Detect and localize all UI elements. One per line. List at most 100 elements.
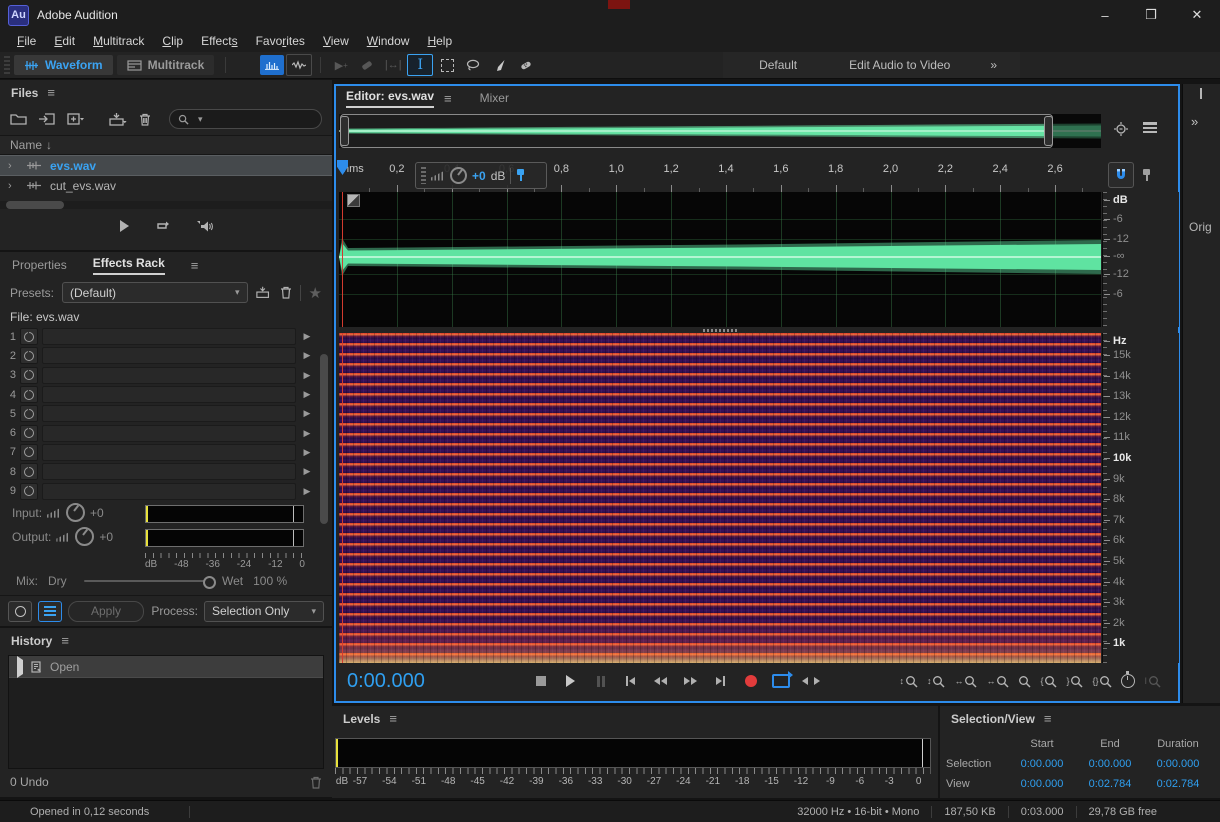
- zoom-out-time-button[interactable]: ↔: [986, 675, 1009, 688]
- zoom-to-selection-button[interactable]: {}: [1092, 675, 1112, 688]
- slot-well[interactable]: [42, 483, 296, 500]
- delete-preset-trash-icon[interactable]: [280, 286, 292, 299]
- menu-help[interactable]: Help: [418, 32, 461, 50]
- levels-panel-menu-icon[interactable]: ≡: [389, 711, 397, 726]
- slot-power-button[interactable]: [20, 483, 38, 500]
- new-file-icon[interactable]: [67, 113, 85, 125]
- minimize-button[interactable]: –: [1082, 0, 1128, 30]
- spectrogram-view[interactable]: [339, 333, 1101, 663]
- menu-multitrack[interactable]: Multitrack: [84, 32, 153, 50]
- trash-icon[interactable]: [139, 113, 151, 126]
- spot-healing-brush-tool[interactable]: [513, 55, 537, 75]
- file-row-evs.wav[interactable]: ›evs.wav: [0, 155, 332, 176]
- menu-window[interactable]: Window: [358, 32, 419, 50]
- tab-properties[interactable]: Properties: [12, 258, 67, 272]
- skip-to-end-button[interactable]: [707, 669, 734, 693]
- paintbrush-tool[interactable]: [487, 55, 511, 75]
- fade-handle[interactable]: [347, 194, 360, 207]
- effect-slot-8[interactable]: 8▶: [0, 462, 314, 481]
- slot-well[interactable]: [42, 463, 296, 480]
- slot-power-button[interactable]: [20, 367, 38, 384]
- waveform-view[interactable]: [339, 192, 1101, 327]
- slot-arrow-icon[interactable]: ▶: [300, 350, 314, 361]
- snap-toggle-button[interactable]: [1108, 162, 1134, 188]
- view-end-value[interactable]: 0:02.784: [1076, 778, 1144, 790]
- view-start-value[interactable]: 0:00.000: [1008, 778, 1076, 790]
- lasso-selection-tool[interactable]: [461, 55, 485, 75]
- favorite-star-icon[interactable]: ★: [309, 284, 322, 302]
- stopwatch-button[interactable]: [1121, 674, 1135, 688]
- selection-view-menu-icon[interactable]: ≡: [1044, 711, 1052, 726]
- mix-slider-knob[interactable]: [203, 576, 216, 589]
- effects-scrollbar[interactable]: [320, 354, 328, 524]
- slot-arrow-icon[interactable]: ▶: [300, 331, 314, 342]
- clear-history-trash-icon[interactable]: [310, 776, 322, 789]
- slot-arrow-icon[interactable]: ▶: [300, 389, 314, 400]
- overview-range-selector[interactable]: [340, 114, 1053, 148]
- loop-button[interactable]: [767, 669, 794, 693]
- slot-well[interactable]: [42, 444, 296, 461]
- multitrack-mode-button[interactable]: Multitrack: [117, 55, 215, 75]
- slot-arrow-icon[interactable]: ▶: [300, 428, 314, 439]
- slot-well[interactable]: [42, 386, 296, 403]
- import-file-icon[interactable]: [39, 113, 55, 125]
- rack-power-button[interactable]: [8, 601, 32, 622]
- skip-to-start-button[interactable]: [617, 669, 644, 693]
- dock-overflow-button[interactable]: »: [1191, 114, 1197, 129]
- hud-pin-icon[interactable]: [516, 169, 525, 182]
- menu-edit[interactable]: Edit: [45, 32, 84, 50]
- waveform-display-button[interactable]: [286, 54, 312, 76]
- slot-arrow-icon[interactable]: ▶: [300, 466, 314, 477]
- play-button[interactable]: [557, 669, 584, 693]
- slot-well[interactable]: [42, 347, 296, 364]
- apply-button[interactable]: Apply: [68, 601, 144, 622]
- editor-options-icon[interactable]: [1143, 122, 1157, 134]
- output-gain-knob[interactable]: [75, 527, 94, 546]
- maximize-button[interactable]: ❒: [1128, 0, 1174, 30]
- hud-gain-knob[interactable]: [450, 167, 467, 184]
- effect-slot-7[interactable]: 7▶: [0, 443, 314, 462]
- tab-mixer[interactable]: Mixer: [480, 91, 509, 105]
- dock-grip[interactable]: [1200, 88, 1202, 99]
- file-row-cut_evs.wav[interactable]: ›cut_evs.wav: [0, 176, 332, 195]
- toolbar-grip[interactable]: [4, 56, 10, 74]
- waveform-mode-button[interactable]: Waveform: [14, 55, 113, 75]
- menu-file[interactable]: File: [8, 32, 45, 50]
- open-file-icon[interactable]: [10, 113, 27, 125]
- effect-slot-1[interactable]: 1▶: [0, 327, 314, 346]
- slot-power-button[interactable]: [20, 444, 38, 461]
- spectral-display-button[interactable]: [260, 55, 284, 75]
- files-column-header[interactable]: Name ↓: [0, 135, 332, 155]
- razor-tool[interactable]: [355, 55, 379, 75]
- effect-slot-5[interactable]: 5▶: [0, 404, 314, 423]
- tab-effects-rack[interactable]: Effects Rack: [93, 256, 165, 275]
- effect-slot-4[interactable]: 4▶: [0, 385, 314, 404]
- stop-button[interactable]: [527, 669, 554, 693]
- mix-slider[interactable]: [84, 580, 212, 582]
- workspace-edit-audio-to-video[interactable]: Edit Audio to Video: [823, 58, 976, 72]
- amplitude-ruler[interactable]: dB-6-12-∞-12-6: [1102, 192, 1179, 327]
- rack-list-toggle-button[interactable]: [38, 601, 62, 622]
- pause-button[interactable]: [587, 669, 614, 693]
- move-tool[interactable]: ▶+: [329, 55, 353, 75]
- save-preset-icon[interactable]: [256, 286, 272, 299]
- effect-slot-9[interactable]: 9▶: [0, 481, 314, 500]
- range-handle-right[interactable]: [1044, 116, 1053, 146]
- zoom-reset-button[interactable]: [1018, 675, 1031, 688]
- slot-arrow-icon[interactable]: ▶: [300, 408, 314, 419]
- marker-pin-icon[interactable]: [1142, 169, 1151, 182]
- preview-loop-button[interactable]: [155, 220, 170, 232]
- selection-duration-value[interactable]: 0:00.000: [1144, 758, 1212, 770]
- slot-power-button[interactable]: [20, 347, 38, 364]
- zoom-selection-vertical-button[interactable]: I: [1144, 675, 1161, 688]
- workspace-default[interactable]: Default: [733, 58, 823, 72]
- marquee-selection-tool[interactable]: [435, 55, 459, 75]
- menu-view[interactable]: View: [314, 32, 358, 50]
- hud-grip[interactable]: [421, 167, 426, 184]
- files-horizontal-scrollbar[interactable]: [0, 201, 332, 209]
- files-search-input[interactable]: ▾: [169, 109, 322, 129]
- fast-forward-button[interactable]: [677, 669, 704, 693]
- insert-into-multitrack-icon[interactable]: [109, 113, 127, 126]
- menu-favorites[interactable]: Favorites: [247, 32, 314, 50]
- slot-arrow-icon[interactable]: ▶: [300, 486, 314, 497]
